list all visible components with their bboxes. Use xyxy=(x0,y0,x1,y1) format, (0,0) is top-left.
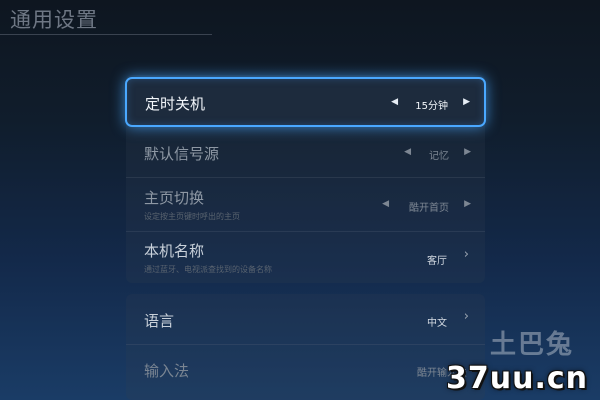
setting-row-device-name[interactable]: 本机名称 通过蓝牙、电视派查找到的设备名称 客厅 › xyxy=(126,233,485,283)
arrow-left-icon[interactable]: ◀ xyxy=(382,199,389,209)
setting-row-default-source[interactable]: 默认信号源 ◀ 记忆 ▶ xyxy=(126,133,485,177)
watermark-logo-text: 土巴兔 xyxy=(489,330,574,360)
setting-value: 酷开首页 xyxy=(409,203,449,214)
setting-label: 定时关机 xyxy=(145,95,206,113)
arrow-right-icon[interactable]: ▶ xyxy=(464,147,471,157)
arrow-right-icon[interactable]: ▶ xyxy=(463,97,470,107)
row-divider xyxy=(126,344,485,345)
setting-description: 设定按主页键时呼出的主页 xyxy=(144,212,240,221)
setting-value: 15分钟 xyxy=(415,101,448,112)
row-divider xyxy=(126,177,485,178)
page-title: 通用设置 xyxy=(10,8,98,32)
setting-description: 通过蓝牙、电视派查找到的设备名称 xyxy=(144,265,272,274)
setting-row-home-switch[interactable]: 主页切换 设定按主页键时呼出的主页 ◀ 酷开首页 ▶ xyxy=(126,179,485,231)
setting-value: 记忆 xyxy=(429,151,449,162)
setting-row-timer-shutdown[interactable]: 定时关机 ◀ 15分钟 ▶ xyxy=(125,77,486,127)
title-divider xyxy=(0,34,212,35)
settings-group-general: 定时关机 ◀ 15分钟 ▶ 默认信号源 ◀ 记忆 ▶ 主页切换 设定按主页键时呼… xyxy=(125,75,486,283)
setting-label: 本机名称 xyxy=(144,242,205,260)
chevron-right-icon[interactable]: › xyxy=(464,247,469,262)
arrow-right-icon[interactable]: ▶ xyxy=(464,199,471,209)
row-divider xyxy=(126,231,485,232)
settings-group-input: 语言 中文 › 输入法 酷开输入法 xyxy=(126,294,485,400)
setting-label: 默认信号源 xyxy=(144,145,220,163)
watermark: 土巴兔 37uu.cn xyxy=(446,324,588,396)
arrow-left-icon[interactable]: ◀ xyxy=(391,97,398,107)
arrow-left-icon[interactable]: ◀ xyxy=(404,147,411,157)
setting-value: 中文 xyxy=(427,318,447,329)
setting-label: 输入法 xyxy=(144,362,190,380)
setting-row-language[interactable]: 语言 中文 › xyxy=(126,294,485,344)
setting-label: 语言 xyxy=(144,312,175,330)
chevron-right-icon[interactable]: › xyxy=(464,309,469,324)
setting-row-input-method[interactable]: 输入法 酷开输入法 xyxy=(126,346,485,400)
watermark-site-text: 37uu.cn xyxy=(446,361,588,396)
setting-label: 主页切换 xyxy=(144,189,205,207)
setting-value: 客厅 xyxy=(427,256,447,267)
